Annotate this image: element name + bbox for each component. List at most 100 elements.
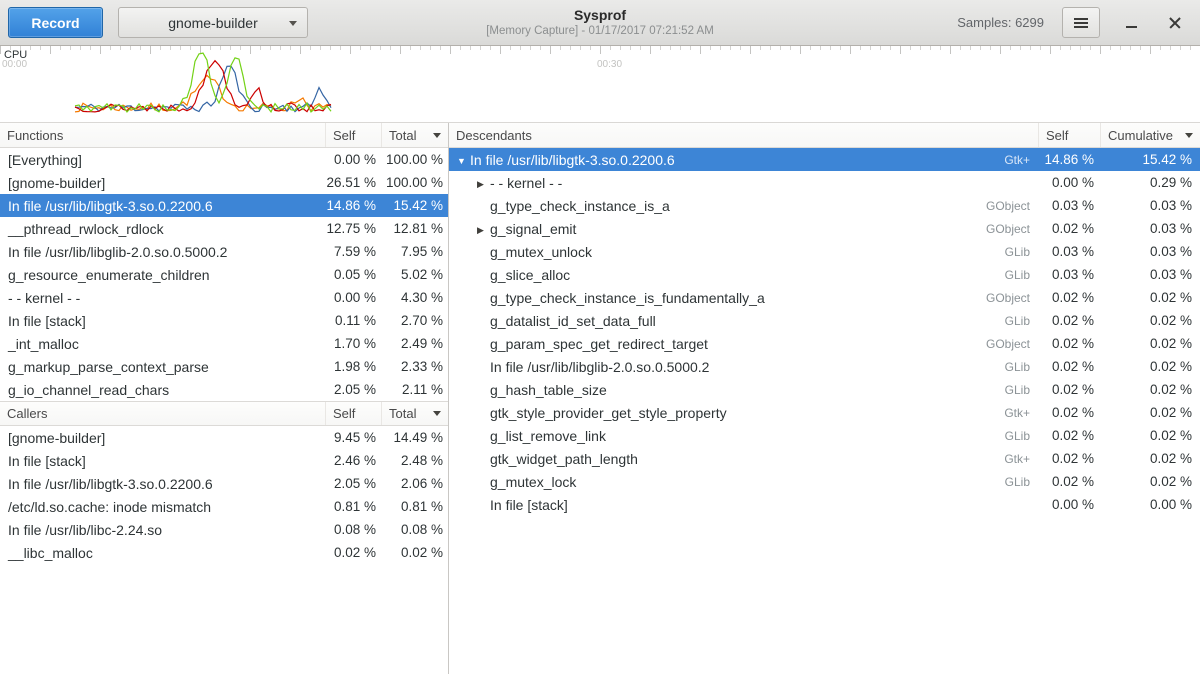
- cumulative-value-cell: 0.00 %: [1100, 497, 1200, 512]
- process-selector-value: gnome-builder: [168, 15, 258, 31]
- cumulative-value-cell: 0.02 %: [1100, 428, 1200, 443]
- total-column-header[interactable]: Total: [381, 402, 448, 425]
- table-row[interactable]: g_list_remove_linkGLib0.02 %0.02 %: [449, 424, 1200, 447]
- cpu-graph[interactable]: CPU 00:00 00:30: [0, 46, 1200, 123]
- table-row[interactable]: gtk_style_provider_get_style_propertyGtk…: [449, 401, 1200, 424]
- table-row[interactable]: In file /usr/lib/libglib-2.0.so.0.5000.2…: [0, 240, 448, 263]
- library-category-label: GLib: [968, 314, 1038, 328]
- library-category-label: Gtk+: [968, 452, 1038, 466]
- self-column-header[interactable]: Self: [325, 402, 381, 425]
- expander-collapsed-icon[interactable]: ▶: [477, 225, 490, 236]
- self-value-cell: 26.51 %: [325, 175, 381, 190]
- minimize-button[interactable]: [1116, 7, 1146, 38]
- descendants-table: ▼In file /usr/lib/libgtk-3.so.0.2200.6Gt…: [449, 148, 1200, 516]
- function-name-label: g_type_check_instance_is_a: [490, 198, 670, 214]
- function-name-label: g_signal_emit: [490, 221, 576, 237]
- table-row[interactable]: gtk_widget_path_lengthGtk+0.02 %0.02 %: [449, 447, 1200, 470]
- table-row[interactable]: g_io_channel_read_chars2.05 %2.11 %: [0, 378, 448, 401]
- record-button[interactable]: Record: [8, 7, 103, 38]
- total-column-header[interactable]: Total: [381, 123, 448, 147]
- total-value-cell: 14.49 %: [381, 430, 448, 445]
- self-value-cell: 0.81 %: [325, 499, 381, 514]
- function-name-label: g_mutex_lock: [490, 474, 576, 490]
- descendants-column-header[interactable]: Descendants: [449, 123, 1038, 147]
- table-row[interactable]: ▼In file /usr/lib/libgtk-3.so.0.2200.6Gt…: [449, 148, 1200, 171]
- table-row[interactable]: g_datalist_id_set_data_fullGLib0.02 %0.0…: [449, 309, 1200, 332]
- self-value-cell: 1.70 %: [325, 336, 381, 351]
- cumulative-column-header[interactable]: Cumulative: [1100, 123, 1200, 147]
- table-row[interactable]: g_type_check_instance_is_aGObject0.03 %0…: [449, 194, 1200, 217]
- function-name-cell: _int_malloc: [0, 336, 325, 352]
- table-row[interactable]: _int_malloc1.70 %2.49 %: [0, 332, 448, 355]
- function-name-cell: - - kernel - -: [0, 290, 325, 306]
- table-row[interactable]: In file /usr/lib/libglib-2.0.so.0.5000.2…: [449, 355, 1200, 378]
- menu-button[interactable]: [1062, 7, 1100, 38]
- table-row[interactable]: g_type_check_instance_is_fundamentally_a…: [449, 286, 1200, 309]
- sort-descending-icon: [433, 133, 441, 138]
- function-name-cell: In file [stack]: [0, 453, 325, 469]
- self-value-cell: 0.02 %: [1038, 428, 1100, 443]
- functions-column-header[interactable]: Functions: [0, 123, 325, 147]
- table-row[interactable]: g_markup_parse_context_parse1.98 %2.33 %: [0, 355, 448, 378]
- table-row[interactable]: g_mutex_unlockGLib0.03 %0.03 %: [449, 240, 1200, 263]
- function-name-cell: g_type_check_instance_is_a: [449, 198, 968, 214]
- table-row[interactable]: In file /usr/lib/libc-2.24.so0.08 %0.08 …: [0, 518, 448, 541]
- process-selector-dropdown[interactable]: gnome-builder: [118, 7, 308, 38]
- library-category-label: GLib: [968, 360, 1038, 374]
- table-row[interactable]: g_hash_table_sizeGLib0.02 %0.02 %: [449, 378, 1200, 401]
- timeline-label-start: 00:00: [2, 59, 27, 70]
- main-panes: Functions Self Total [Everything]0.00 %1…: [0, 123, 1200, 674]
- table-row[interactable]: [gnome-builder]26.51 %100.00 %: [0, 171, 448, 194]
- table-row[interactable]: g_resource_enumerate_children0.05 %5.02 …: [0, 263, 448, 286]
- total-value-cell: 5.02 %: [381, 267, 448, 282]
- cumulative-value-cell: 0.02 %: [1100, 474, 1200, 489]
- self-value-cell: 0.05 %: [325, 267, 381, 282]
- table-row[interactable]: /etc/ld.so.cache: inode mismatch0.81 %0.…: [0, 495, 448, 518]
- table-row[interactable]: In file /usr/lib/libgtk-3.so.0.2200.614.…: [0, 194, 448, 217]
- expander-expanded-icon[interactable]: ▼: [457, 156, 470, 166]
- table-row[interactable]: [gnome-builder]9.45 %14.49 %: [0, 426, 448, 449]
- descendants-table-header: Descendants Self Cumulative: [449, 123, 1200, 148]
- table-row[interactable]: ▶g_signal_emitGObject0.02 %0.03 %: [449, 217, 1200, 240]
- function-name-cell: In file /usr/lib/libgtk-3.so.0.2200.6: [0, 198, 325, 214]
- function-name-label: gtk_widget_path_length: [490, 451, 638, 467]
- total-value-cell: 100.00 %: [381, 152, 448, 167]
- cumulative-value-cell: 0.02 %: [1100, 313, 1200, 328]
- function-name-cell: gtk_widget_path_length: [449, 451, 968, 467]
- table-row[interactable]: [Everything]0.00 %100.00 %: [0, 148, 448, 171]
- total-value-cell: 2.11 %: [381, 382, 448, 397]
- close-button[interactable]: [1160, 7, 1190, 38]
- table-row[interactable]: In file [stack]2.46 %2.48 %: [0, 449, 448, 472]
- table-row[interactable]: __pthread_rwlock_rdlock12.75 %12.81 %: [0, 217, 448, 240]
- self-value-cell: 0.11 %: [325, 313, 381, 328]
- total-value-cell: 2.33 %: [381, 359, 448, 374]
- callers-column-header[interactable]: Callers: [0, 402, 325, 425]
- table-row[interactable]: In file [stack]0.11 %2.70 %: [0, 309, 448, 332]
- table-row[interactable]: g_param_spec_get_redirect_targetGObject0…: [449, 332, 1200, 355]
- expander-collapsed-icon[interactable]: ▶: [477, 179, 490, 190]
- function-name-cell: In file /usr/lib/libgtk-3.so.0.2200.6: [0, 476, 325, 492]
- table-row[interactable]: - - kernel - -0.00 %4.30 %: [0, 286, 448, 309]
- cumulative-value-cell: 0.02 %: [1100, 336, 1200, 351]
- total-value-cell: 100.00 %: [381, 175, 448, 190]
- samples-count: Samples: 6299: [957, 15, 1044, 30]
- total-value-cell: 0.81 %: [381, 499, 448, 514]
- table-row[interactable]: In file /usr/lib/libgtk-3.so.0.2200.62.0…: [0, 472, 448, 495]
- self-column-header[interactable]: Self: [1038, 123, 1100, 147]
- table-row[interactable]: In file [stack]0.00 %0.00 %: [449, 493, 1200, 516]
- function-name-label: - - kernel - -: [490, 175, 562, 191]
- self-value-cell: 0.03 %: [1038, 244, 1100, 259]
- chevron-down-icon: [289, 21, 297, 26]
- library-category-label: GLib: [968, 268, 1038, 282]
- library-category-label: Gtk+: [968, 153, 1038, 167]
- table-row[interactable]: g_slice_allocGLib0.03 %0.03 %: [449, 263, 1200, 286]
- self-column-header[interactable]: Self: [325, 123, 381, 147]
- self-value-cell: 0.00 %: [325, 290, 381, 305]
- cumulative-column-label: Cumulative: [1108, 128, 1173, 143]
- self-value-cell: 0.00 %: [325, 152, 381, 167]
- table-row[interactable]: __libc_malloc0.02 %0.02 %: [0, 541, 448, 564]
- function-name-cell: /etc/ld.so.cache: inode mismatch: [0, 499, 325, 515]
- table-row[interactable]: ▶- - kernel - -0.00 %0.29 %: [449, 171, 1200, 194]
- function-name-cell: __libc_malloc: [0, 545, 325, 561]
- table-row[interactable]: g_mutex_lockGLib0.02 %0.02 %: [449, 470, 1200, 493]
